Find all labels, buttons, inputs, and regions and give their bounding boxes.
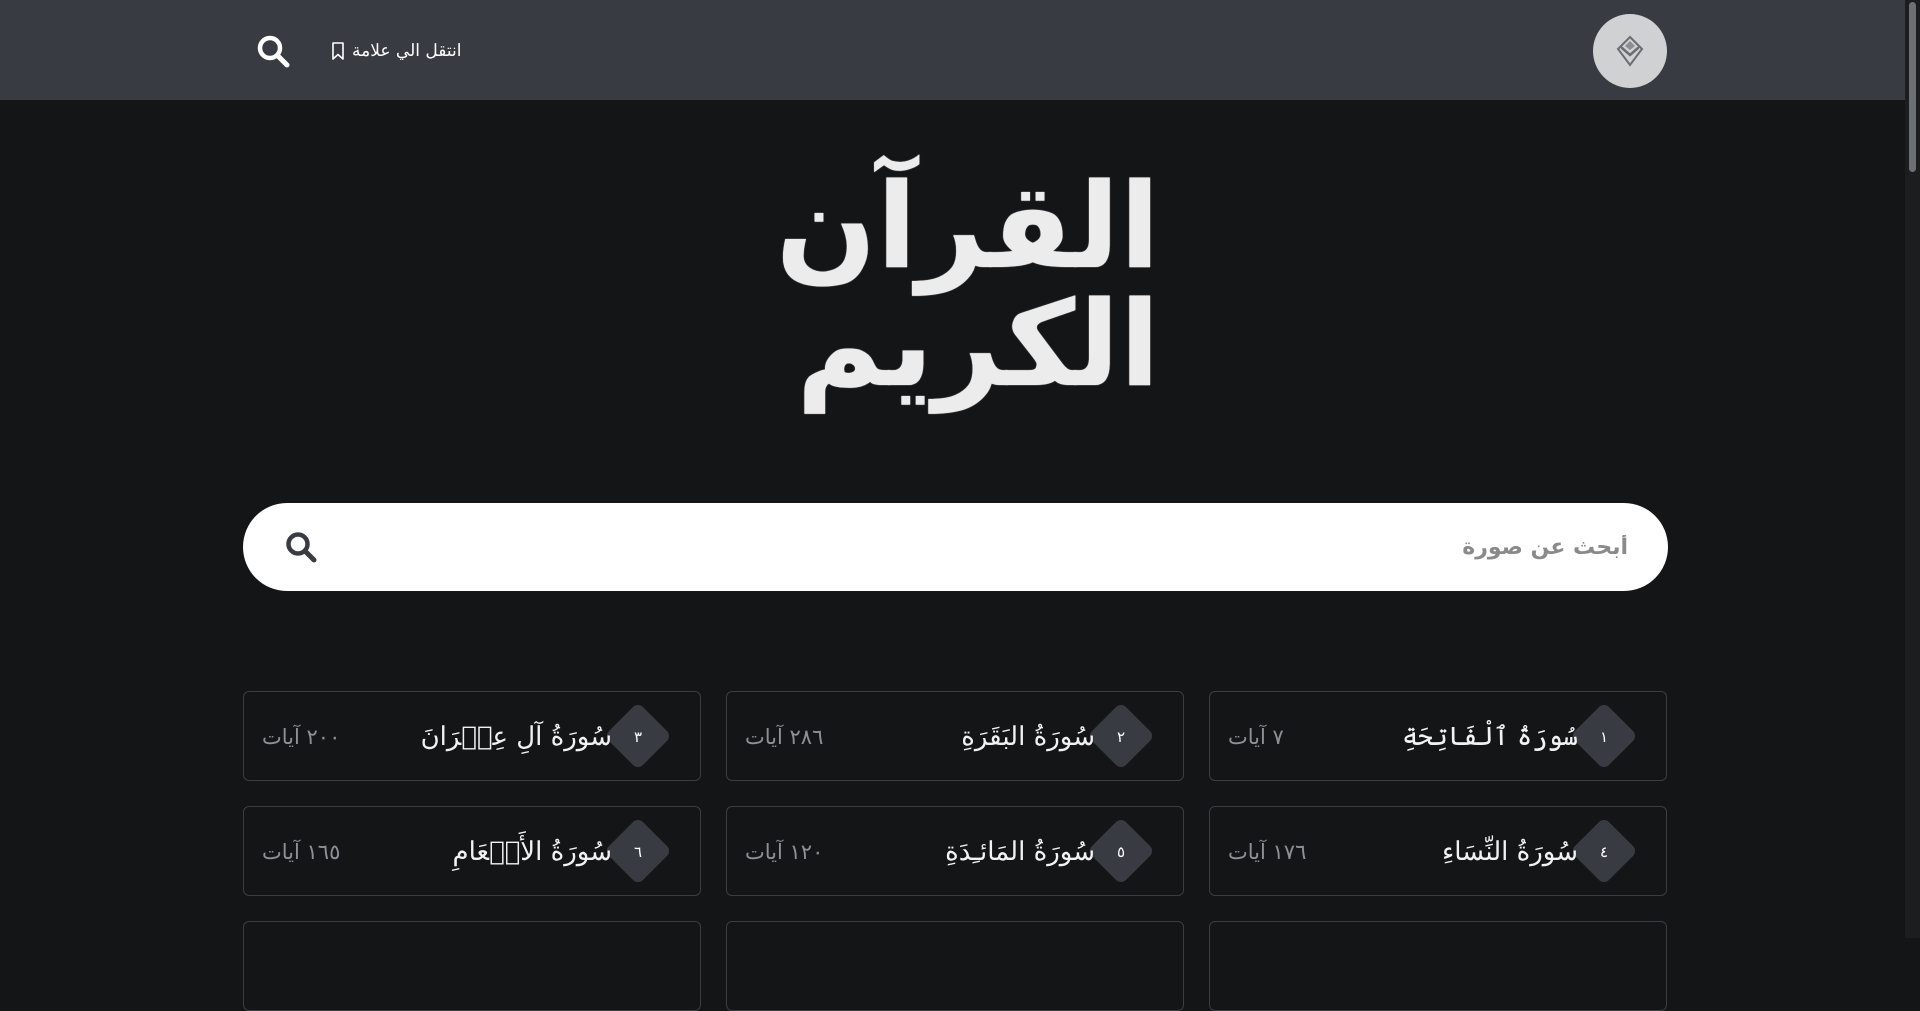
surah-ayat-count: ٢٠٠ آيات (262, 725, 341, 749)
surah-name: سُورَةُ الأَنۡعَامِ (452, 837, 612, 867)
bookmark-link-label: انتقل الي علامة (352, 41, 462, 61)
logo-emblem-icon (1616, 35, 1644, 67)
surah-number: ٢ (1116, 728, 1126, 746)
surah-card[interactable]: ٤ سُورَةُ النِّسَاءِ ١٧٦ آيات (1209, 806, 1667, 896)
scrollbar-thumb[interactable] (1909, 2, 1916, 172)
app-logo[interactable] (1593, 14, 1667, 88)
surah-search-bar (243, 503, 1668, 591)
search-icon (257, 35, 290, 68)
top-navbar: انتقل الي علامة (0, 0, 1905, 100)
surah-number: ٤ (1599, 843, 1609, 861)
surah-card[interactable]: ٥ سُورَةُ المَائـِدَةِ ١٢٠ آيات (726, 806, 1184, 896)
search-icon (286, 532, 317, 563)
search-submit-button[interactable] (283, 529, 319, 565)
surah-name: سُورَةُ آلِ عِمۡرَانَ (420, 722, 612, 752)
surah-ayat-count: ١٢٠ آيات (745, 840, 824, 864)
surah-ayat-count: ١٦٥ آيات (262, 840, 341, 864)
surah-card[interactable] (243, 921, 701, 1011)
surah-ayat-count: ١٧٦ آيات (1228, 840, 1307, 864)
surah-card[interactable] (1209, 921, 1667, 1011)
surah-ayat-count: ٧ آيات (1228, 725, 1284, 749)
go-to-bookmark-link[interactable]: انتقل الي علامة (330, 36, 461, 66)
surah-number: ٦ (633, 843, 643, 861)
surah-card[interactable]: ٢ سُورَةُ البَقَرَةِ ٢٨٦ آيات (726, 691, 1184, 781)
surah-card[interactable]: ٦ سُورَةُ الأَنۡعَامِ ١٦٥ آيات (243, 806, 701, 896)
header-search-button[interactable] (255, 33, 291, 69)
surah-ayat-count: ٢٨٦ آيات (745, 725, 824, 749)
surah-card[interactable]: ١ سُورَةُ ٱلْفَاتِحَةِ ٧ آيات (1209, 691, 1667, 781)
quran-calligraphy-title: القرآن الكريم (760, 157, 1164, 413)
surah-number: ٥ (1116, 843, 1126, 861)
surah-name: سُورَةُ ٱلْفَاتِحَةِ (1402, 722, 1578, 752)
surah-search-input[interactable] (343, 503, 1628, 591)
surah-name: سُورَةُ النِّسَاءِ (1442, 837, 1578, 867)
surah-number: ٣ (633, 728, 643, 746)
surah-name: سُورَةُ المَائـِدَةِ (945, 837, 1095, 867)
page-scrollbar[interactable] (1905, 0, 1920, 938)
surah-number: ١ (1599, 728, 1609, 746)
surah-card[interactable]: ٣ سُورَةُ آلِ عِمۡرَانَ ٢٠٠ آيات (243, 691, 701, 781)
hero-title: القرآن الكريم (775, 157, 1164, 413)
bookmark-icon (332, 42, 344, 60)
surah-name: سُورَةُ البَقَرَةِ (961, 722, 1095, 752)
surah-card[interactable] (726, 921, 1184, 1011)
